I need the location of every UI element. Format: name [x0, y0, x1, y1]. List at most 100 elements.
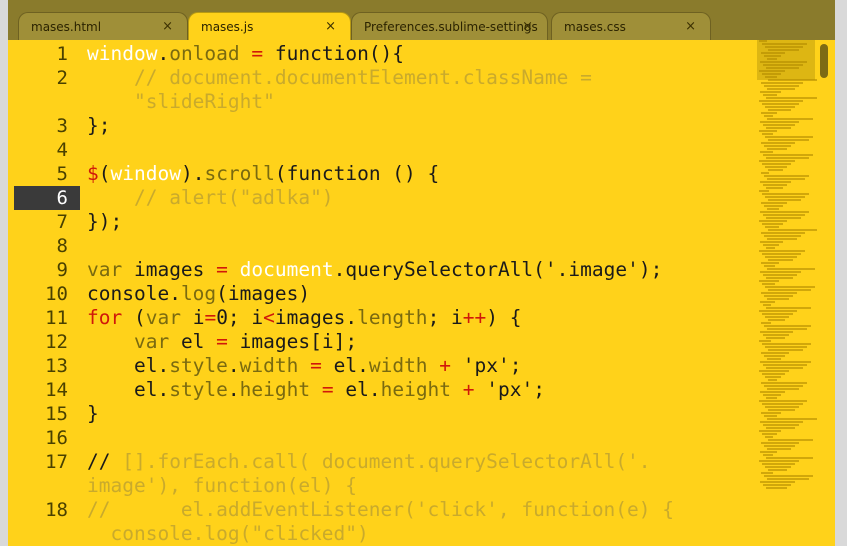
minimap-line — [767, 418, 817, 420]
minimap-line — [760, 121, 799, 123]
code-area[interactable]: window.onload = function(){ // document.… — [87, 40, 747, 546]
code-line[interactable]: "slideRight" — [87, 90, 275, 114]
minimap-line — [768, 469, 787, 471]
code-line[interactable]: // alert("adlka") — [87, 186, 334, 210]
tab-mases-js[interactable]: mases.js × — [188, 12, 351, 40]
minimap-line — [768, 229, 819, 231]
minimap-line — [762, 193, 809, 195]
code-line[interactable]: // el.addEventListener('click', function… — [87, 498, 674, 522]
minimap-line — [759, 190, 769, 192]
minimap-line — [763, 214, 805, 216]
minimap-line — [768, 139, 809, 141]
minimap-line — [768, 199, 801, 201]
minimap-line — [760, 211, 809, 213]
minimap-line — [759, 70, 785, 72]
minimap-line — [768, 49, 799, 51]
minimap-line — [763, 124, 795, 126]
close-icon[interactable]: × — [325, 19, 336, 34]
minimap-line — [759, 40, 767, 42]
minimap-line — [760, 331, 793, 333]
minimap-line — [759, 400, 807, 402]
minimap-line — [763, 274, 797, 276]
minimap-line — [762, 103, 799, 105]
minimap-line — [768, 379, 777, 381]
code-line[interactable]: el.style.width = el.width + 'px'; — [87, 354, 522, 378]
code-line[interactable]: $(window).scroll(function () { — [87, 162, 439, 186]
minimap-line — [761, 322, 771, 324]
code-line[interactable]: // document.documentElement.className = — [87, 66, 592, 90]
minimap-line — [761, 172, 769, 174]
minimap-line — [764, 145, 791, 147]
minimap-line — [766, 247, 775, 249]
minimap-line — [763, 304, 771, 306]
minimap-line — [766, 307, 811, 309]
minimap-line — [766, 397, 777, 399]
code-line[interactable]: console.log("clicked") — [87, 522, 368, 546]
minimap-line — [761, 292, 797, 294]
minimap[interactable] — [757, 40, 819, 500]
minimap-line — [765, 76, 777, 78]
code-line[interactable]: image'), function(el) { — [87, 474, 357, 498]
minimap-line — [764, 475, 813, 477]
minimap-line — [765, 316, 789, 318]
close-icon[interactable]: × — [522, 19, 533, 34]
minimap-line — [766, 487, 787, 489]
vertical-scrollbar[interactable] — [817, 40, 833, 530]
minimap-line — [760, 481, 795, 483]
line-number: 2 — [56, 67, 68, 89]
minimap-line — [766, 337, 785, 339]
minimap-line — [761, 382, 807, 384]
minimap-line — [763, 64, 803, 66]
minimap-line — [768, 259, 793, 261]
tab-label: mases.html — [31, 20, 102, 34]
code-line[interactable]: var el = images[i]; — [87, 330, 357, 354]
tab-mases-html[interactable]: mases.html × — [18, 12, 188, 40]
code-line[interactable]: window.onload = function(){ — [87, 42, 404, 66]
minimap-line — [763, 364, 807, 366]
minimap-line — [768, 409, 795, 411]
minimap-line — [759, 250, 805, 252]
close-icon[interactable]: × — [685, 19, 696, 34]
minimap-line — [762, 43, 807, 45]
minimap-line — [767, 388, 799, 390]
code-line[interactable]: console.log(images) — [87, 282, 310, 306]
scrollbar-thumb[interactable] — [820, 44, 828, 78]
tab-label: mases.css — [564, 20, 626, 34]
code-line[interactable]: }; — [87, 114, 110, 138]
minimap-line — [760, 391, 785, 393]
minimap-line — [761, 142, 795, 144]
minimap-line — [760, 451, 777, 453]
line-number: 10 — [45, 283, 68, 305]
minimap-line — [767, 358, 781, 360]
minimap-line — [768, 109, 791, 111]
minimap-line — [760, 91, 781, 93]
minimap-line — [761, 412, 781, 414]
minimap-line — [766, 457, 813, 459]
minimap-line — [766, 217, 801, 219]
minimap-line — [764, 355, 785, 357]
minimap-line — [765, 436, 773, 438]
tab-preferences[interactable]: Preferences.sublime-settings × — [351, 12, 548, 40]
code-line[interactable]: } — [87, 402, 99, 426]
minimap-line — [761, 232, 805, 234]
code-line[interactable]: }); — [87, 210, 122, 234]
minimap-line — [765, 286, 815, 288]
minimap-line — [759, 310, 797, 312]
code-line[interactable]: // [].forEach.call( document.querySelect… — [87, 450, 651, 474]
minimap-line — [768, 289, 811, 291]
minimap-line — [764, 115, 773, 117]
code-line[interactable]: el.style.height = el.height + 'px'; — [87, 378, 545, 402]
code-editor[interactable]: 1 2 3 4 5 6 7 8 9 10 11 12 13 14 15 16 1… — [8, 40, 835, 546]
tab-mases-css[interactable]: mases.css × — [551, 12, 711, 40]
close-icon[interactable]: × — [162, 19, 173, 34]
minimap-line — [764, 265, 775, 267]
code-line[interactable]: for (var i=0; i<images.length; i++) { — [87, 306, 522, 330]
minimap-line — [761, 442, 799, 444]
minimap-line — [765, 226, 779, 228]
minimap-line — [764, 175, 809, 177]
tab-label: mases.js — [201, 20, 254, 34]
line-number: 6 — [56, 187, 68, 209]
minimap-line — [763, 94, 777, 96]
code-line[interactable]: var images = document.querySelectorAll('… — [87, 258, 662, 282]
minimap-line — [767, 268, 815, 270]
